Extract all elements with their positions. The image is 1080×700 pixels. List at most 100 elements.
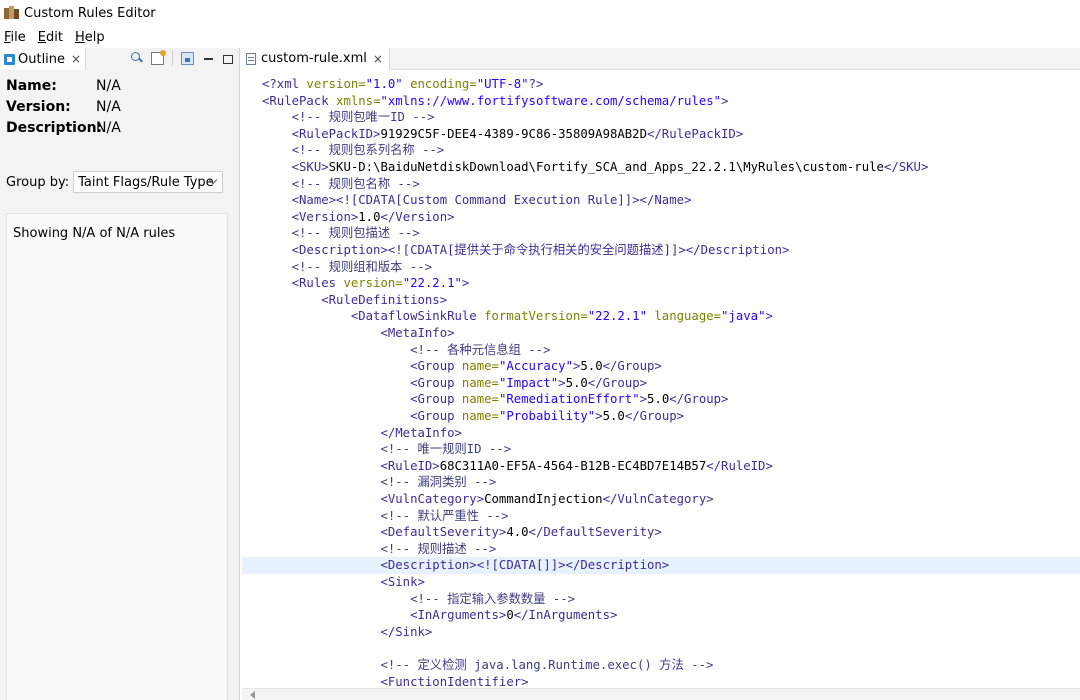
code-token: name= — [461, 359, 499, 374]
code-token: </Sink> — [380, 624, 433, 639]
code-token: > — [558, 375, 566, 390]
code-token: </Group> — [602, 359, 662, 374]
code-token: "UTF-8" — [476, 77, 529, 91]
code-token: </DefaultSeverity> — [528, 525, 662, 540]
maximize-icon[interactable] — [223, 54, 233, 64]
code-token: <MetaInfo> — [380, 326, 455, 340]
code-token: "Probability" — [498, 409, 596, 423]
editor-panel: custom-rule.xml × <?xml version="1.0" en… — [242, 47, 1080, 700]
search-icon[interactable] — [130, 51, 143, 65]
editor-tab-bar: custom-rule.xml × — [242, 47, 1080, 70]
code-line: <!-- 定义检测 java.lang.Runtime.exec() 方法 --… — [242, 657, 1080, 674]
code-token: </VulnCategory> — [602, 492, 714, 506]
code-line: <SKU>SKU-D:\BaiduNetdiskDownload\Fortify… — [242, 159, 1080, 176]
image-icon[interactable] — [181, 51, 194, 65]
menu-edit[interactable]: Edit — [38, 30, 63, 45]
code-editor[interactable]: <?xml version="1.0" encoding="UTF-8"?> <R… — [242, 71, 1080, 689]
code-token: "Impact" — [498, 375, 559, 390]
description-row: Description:N/A — [6, 120, 121, 136]
rules-list[interactable]: Showing N/A of N/A rules — [6, 213, 228, 700]
outline-body: Name: N/A Version: N/A Description:N/A Gro… — [0, 70, 239, 700]
code-line: </Sink> — [242, 624, 1080, 641]
close-icon[interactable]: × — [373, 52, 383, 66]
code-line: <RulePack xmlns="xmlns://www.fortifysoft… — [242, 93, 1080, 110]
name-row: Name: N/A — [6, 78, 121, 94]
code-token: <VulnCategory> — [380, 492, 485, 506]
tab-outline[interactable]: Outline × — [0, 48, 87, 70]
code-line: <Group name="Probability">5.0</Group> — [242, 408, 1080, 425]
code-line: <Sink> — [242, 574, 1080, 591]
code-token: name= — [461, 409, 499, 423]
code-token: 1.0 — [358, 209, 381, 224]
code-token: formatVersion= — [484, 309, 588, 324]
code-token: 91929C5F-DEE4-4389-9C86-35809A98AB2D — [380, 126, 647, 141]
minimize-icon[interactable] — [202, 52, 215, 65]
group-by-select[interactable]: Taint Flags/Rule Type — [73, 171, 224, 193]
code-token: </SKU> — [883, 160, 929, 174]
code-token: name= — [461, 375, 499, 390]
horizontal-scrollbar[interactable] — [242, 688, 1080, 700]
code-token: 5.0 — [565, 375, 588, 390]
code-token: <Group — [410, 392, 462, 407]
code-token: "xmlns://www.fortifysoftware.com/schema/… — [380, 93, 722, 108]
code-token: SKU-D:\BaiduNetdiskDownload\Fortify_SCA_… — [328, 160, 884, 174]
code-token: 5.0 — [647, 392, 670, 407]
code-token: <!-- 规则描述 --> — [380, 541, 497, 556]
name-value: N/A — [96, 78, 121, 94]
code-token: <Group — [410, 359, 462, 374]
toolbar-separator — [172, 51, 173, 65]
code-token: "RemediationEffort" — [498, 392, 640, 407]
code-line: <RulePackID>91929C5F-DEE4-4389-9C86-3580… — [242, 126, 1080, 143]
code-token: <DataflowSinkRule — [350, 309, 485, 324]
code-token: > — [765, 309, 773, 324]
code-token: 68C311A0-EF5A-4564-B12B-EC4BD7E14B57 — [439, 458, 707, 473]
close-icon[interactable]: × — [71, 52, 81, 66]
code-line: <Group name="Accuracy">5.0</Group> — [242, 358, 1080, 375]
code-line: </MetaInfo> — [242, 425, 1080, 442]
window-title: Custom Rules Editor — [24, 5, 156, 21]
code-line: <!-- 规则包系列名称 --> — [242, 142, 1080, 159]
menu-help-label: elp — [84, 29, 105, 45]
menu-bar: File Edit Help — [0, 27, 117, 47]
code-token: "1.0" — [365, 77, 403, 91]
code-token: CommandInjection — [484, 492, 603, 506]
code-line: <!-- 规则描述 --> — [242, 541, 1080, 558]
new-document-icon[interactable] — [151, 49, 166, 65]
scroll-left-icon[interactable] — [250, 691, 255, 699]
code-line: <Name><![CDATA[Custom Command Execution … — [242, 192, 1080, 209]
code-token: <SKU> — [291, 160, 329, 174]
code-token: </RuleID> — [706, 458, 773, 473]
code-token: </Version> — [380, 209, 455, 224]
name-label: Name: — [6, 78, 57, 94]
code-token: <!-- 规则包唯一ID --> — [291, 110, 435, 125]
code-token: <!-- 各种元信息组 --> — [410, 342, 551, 357]
code-token: <!-- 规则包名称 --> — [291, 176, 420, 191]
code-token: <!-- 唯一规则ID --> — [380, 442, 512, 457]
code-line: <DataflowSinkRule formatVersion="22.2.1"… — [242, 308, 1080, 325]
code-token: 0 — [506, 608, 514, 623]
code-token: </MetaInfo> — [380, 425, 462, 440]
menu-help[interactable]: Help — [75, 30, 105, 45]
tab-custom-rule-xml[interactable]: custom-rule.xml × — [242, 47, 390, 70]
code-token: 4.0 — [506, 525, 529, 540]
code-token: <InArguments> — [410, 608, 507, 623]
menu-file[interactable]: File — [4, 30, 26, 45]
code-line: <!-- 规则包名称 --> — [242, 176, 1080, 193]
app-icon — [4, 6, 20, 20]
menu-edit-label: dit — [46, 29, 63, 45]
